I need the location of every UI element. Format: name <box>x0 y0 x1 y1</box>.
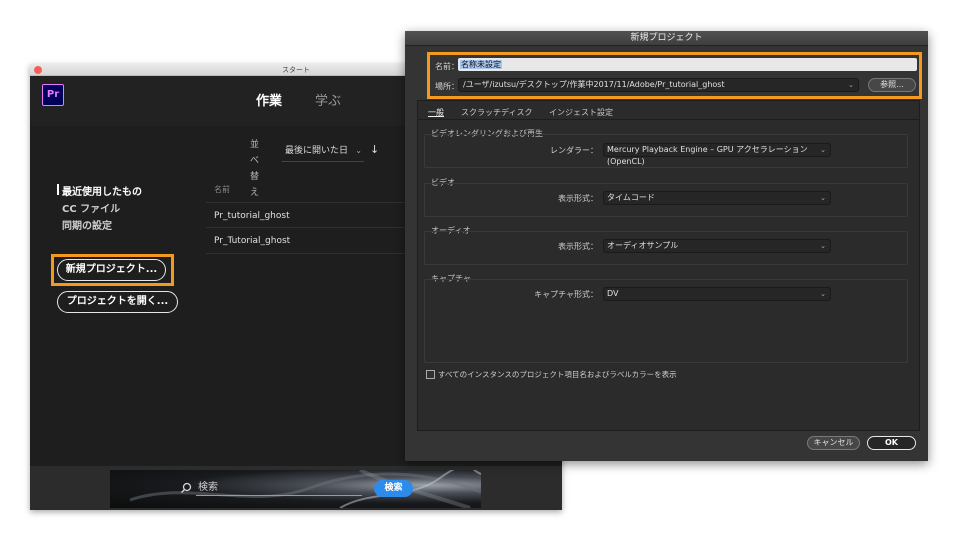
renderer-label: レンダラー： <box>550 146 598 155</box>
search-band: 検索 検索 <box>30 466 562 510</box>
tab-work[interactable]: 作業 <box>256 90 282 109</box>
files-column-header: 名前 <box>214 185 230 194</box>
chevron-down-icon: ⌄ <box>820 290 826 298</box>
search-icon <box>181 482 192 493</box>
sort-label: 並べ替え <box>250 140 260 198</box>
project-name-input[interactable]: 名称未設定 <box>458 58 917 71</box>
tab-general[interactable]: 一般 <box>428 107 444 118</box>
file-row[interactable]: Pr_tutorial_ghost <box>206 202 406 228</box>
sort-select-value: 最後に開いた日 <box>285 146 349 156</box>
sort-direction-icon[interactable]: ↓ <box>370 143 379 156</box>
tab-ingest-settings[interactable]: インジェスト設定 <box>549 107 613 118</box>
sidebar-item-sync-settings[interactable]: 同期の設定 <box>62 217 112 232</box>
new-project-dialog: 新規プロジェクト 名前： 名称未設定 場所： /ユーザ/izutsu/デスクトッ… <box>405 31 928 461</box>
selected-indicator <box>57 184 59 195</box>
premiere-logo: Pr <box>42 84 64 106</box>
video-display-format-label: 表示形式： <box>558 194 598 203</box>
location-value: /ユーザ/izutsu/デスクトップ/作業中2017/11/Adobe/Pr_t… <box>463 80 725 89</box>
capture-format-label: キャプチャ形式： <box>534 290 598 299</box>
sort-select[interactable]: 最後に開いた日 ⌄ <box>282 142 364 162</box>
renderer-select[interactable]: Mercury Playback Engine – GPU アクセラレーション … <box>603 143 831 166</box>
chevron-down-icon: ⌄ <box>355 146 362 155</box>
capture-format-value: DV <box>607 289 619 298</box>
video-display-format-select[interactable]: タイムコード ⌄ <box>603 191 831 205</box>
search-banner: 検索 検索 <box>110 470 481 508</box>
name-label: 名前： <box>435 62 459 71</box>
sidebar-item-cc-files[interactable]: CC ファイル <box>62 200 120 215</box>
capture-format-select[interactable]: DV ⌄ <box>603 287 831 301</box>
chevron-down-icon: ⌄ <box>820 242 826 250</box>
audio-display-format-select[interactable]: オーディオサンプル ⌄ <box>603 239 831 253</box>
audio-display-format-value: オーディオサンプル <box>607 241 679 250</box>
ok-button[interactable]: OK <box>867 436 916 450</box>
dialog-title: 新規プロジェクト <box>405 31 928 46</box>
settings-panel: 一般 スクラッチディスク インジェスト設定 ビデオレンダリングおよび再生 レンダ… <box>417 100 920 431</box>
audio-display-format-label: 表示形式： <box>558 242 598 251</box>
open-project-button[interactable]: プロジェクトを開く... <box>57 291 178 313</box>
sidebar-item-recent[interactable]: 最近使用したもの <box>62 183 142 198</box>
chevron-down-icon: ⌄ <box>848 81 854 89</box>
chevron-down-icon: ⌄ <box>820 194 826 202</box>
chevron-down-icon: ⌄ <box>820 146 826 154</box>
location-select[interactable]: /ユーザ/izutsu/デスクトップ/作業中2017/11/Adobe/Pr_t… <box>458 78 859 92</box>
browse-button[interactable]: 参照... <box>868 78 916 92</box>
search-button[interactable]: 検索 <box>374 480 413 497</box>
file-row[interactable]: Pr_Tutorial_ghost <box>206 228 406 254</box>
tab-learn[interactable]: 学ぶ <box>315 90 341 109</box>
location-label: 場所： <box>435 82 459 91</box>
tabs-divider <box>418 119 919 120</box>
show-label-color-checkbox[interactable] <box>426 370 435 379</box>
tab-scratch-disks[interactable]: スクラッチディスク <box>461 107 532 118</box>
video-display-format-value: タイムコード <box>607 193 655 202</box>
show-label-color-label: すべてのインスタンスのプロジェクト項目名およびラベルカラーを表示 <box>438 370 677 379</box>
new-project-button[interactable]: 新規プロジェクト... <box>57 259 166 281</box>
search-input[interactable]: 検索 <box>196 480 362 496</box>
project-name-value: 名称未設定 <box>460 60 502 69</box>
cancel-button[interactable]: キャンセル <box>807 436 860 450</box>
